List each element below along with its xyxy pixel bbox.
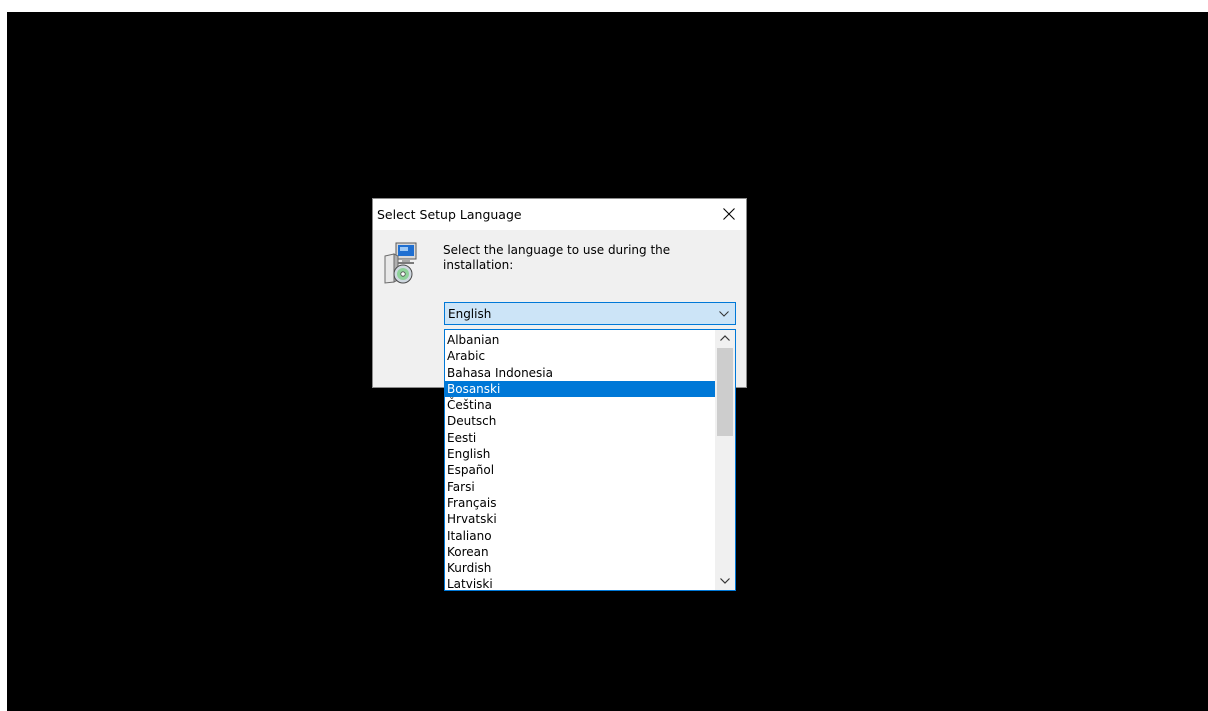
close-button[interactable] <box>712 199 746 230</box>
language-dropdown-list[interactable]: Albanian Arabic Bahasa Indonesia Bosanski Če… <box>444 329 736 591</box>
language-option[interactable]: Bosanski <box>445 380 715 398</box>
language-option[interactable]: English <box>445 446 715 462</box>
scrollbar-thumb[interactable] <box>717 348 733 436</box>
chevron-down-icon <box>719 311 729 317</box>
language-option[interactable]: Latviski <box>445 576 715 590</box>
language-options: Albanian Arabic Bahasa Indonesia Bosanski Če… <box>445 332 715 590</box>
dialog-titlebar[interactable]: Select Setup Language <box>373 199 746 230</box>
language-option[interactable]: Deutsch <box>445 413 715 429</box>
combobox-value: English <box>448 307 492 321</box>
language-option[interactable]: Kurdish <box>445 560 715 576</box>
language-combobox[interactable]: English <box>444 302 736 325</box>
dialog-title: Select Setup Language <box>377 207 522 222</box>
setup-installer-icon <box>384 242 417 284</box>
language-option[interactable]: Albanian <box>445 332 715 348</box>
language-option[interactable]: Čeština <box>445 397 715 413</box>
dropdown-scrollbar[interactable] <box>715 330 735 590</box>
close-icon <box>723 208 735 220</box>
language-option[interactable]: Español <box>445 462 715 478</box>
language-option[interactable]: Italiano <box>445 528 715 544</box>
language-option[interactable]: Français <box>445 495 715 511</box>
scroll-up-button[interactable] <box>715 330 735 347</box>
dialog-message: Select the language to use during the in… <box>443 243 671 272</box>
language-option[interactable]: Farsi <box>445 479 715 495</box>
language-option[interactable]: Hrvatski <box>445 511 715 527</box>
chevron-up-icon <box>720 335 730 341</box>
language-option[interactable]: Arabic <box>445 348 715 364</box>
chevron-down-icon <box>720 578 730 584</box>
language-option[interactable]: Bahasa Indonesia <box>445 365 715 381</box>
scroll-down-button[interactable] <box>715 573 735 590</box>
language-option[interactable]: Korean <box>445 544 715 560</box>
language-option[interactable]: Eesti <box>445 430 715 446</box>
